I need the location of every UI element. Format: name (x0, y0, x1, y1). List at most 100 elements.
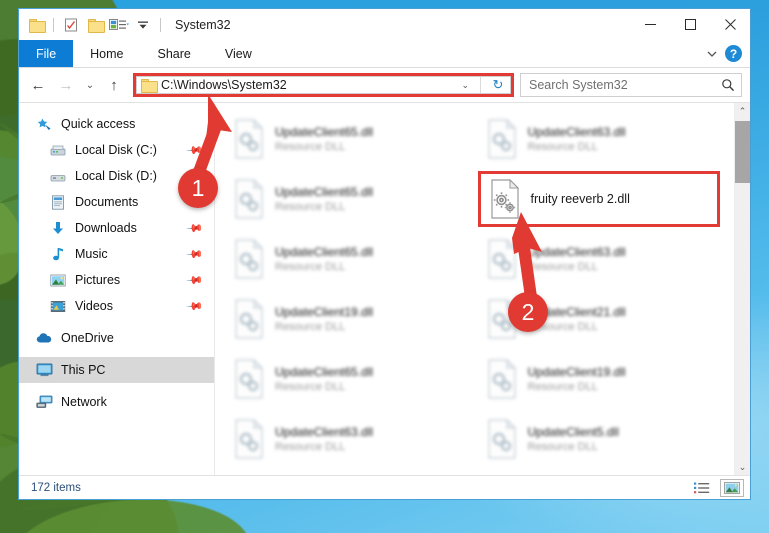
file-name: fruity reeverb 2.dll (530, 192, 630, 206)
videos-icon (49, 298, 67, 314)
address-divider (480, 77, 481, 93)
file-type: Resource DLL (275, 201, 346, 213)
file-item[interactable]: UpdateClient65.dll Resource DLL (225, 229, 478, 289)
file-labels: UpdateClient19.dll Resource DLL (275, 305, 373, 333)
file-type: Resource DLL (275, 261, 346, 273)
minimize-button[interactable] (630, 9, 670, 40)
large-icons-view-button[interactable] (720, 478, 744, 497)
file-labels: UpdateClient63.dll Resource DLL (528, 125, 626, 153)
downloads-icon (49, 220, 67, 236)
search-placeholder: Search System32 (529, 78, 628, 92)
file-explorer-window: System32 File Home Share View ? ← → ⌄ ↑ … (18, 8, 751, 500)
sidebar-item-label: Downloads (75, 221, 137, 235)
dll-file-icon (486, 418, 518, 459)
address-bar[interactable]: C:\Windows\System32 ⌄ ↻ (136, 76, 511, 94)
file-item[interactable]: UpdateClient5.dll Resource DLL (478, 409, 731, 469)
expand-ribbon-icon[interactable] (705, 47, 719, 61)
tab-view[interactable]: View (208, 40, 269, 67)
pin-icon[interactable]: 📌 (186, 141, 205, 159)
sidebar-item-label: Local Disk (D:) (75, 169, 157, 183)
file-type: Resource DLL (275, 441, 346, 453)
maximize-button[interactable] (670, 9, 710, 40)
close-button[interactable] (710, 9, 750, 40)
music-icon (49, 246, 67, 262)
dll-file-icon (486, 118, 518, 159)
file-item[interactable]: UpdateClient19.dll Resource DLL (478, 349, 731, 409)
file-item[interactable]: UpdateClient65.dll Resource DLL (225, 349, 478, 409)
ribbon-actions: ? (705, 40, 750, 67)
sidebar-item-label: This PC (61, 363, 106, 377)
tab-home[interactable]: Home (73, 40, 140, 67)
navigation-pane: Quick access Local Disk (C:) 📌 Local Dis… (19, 103, 215, 475)
sidebar-item-music[interactable]: Music 📌 (19, 241, 214, 267)
explorer-body: Quick access Local Disk (C:) 📌 Local Dis… (19, 102, 750, 475)
up-button[interactable]: ↑ (101, 72, 127, 98)
address-path-text: C:\Windows\System32 (161, 78, 287, 92)
scroll-up-button[interactable]: ⌃ (735, 103, 750, 119)
pin-icon[interactable]: 📌 (186, 219, 205, 237)
file-name: UpdateClient63.dll (527, 245, 626, 259)
file-item[interactable]: UpdateClient65.dll Resource DLL (225, 169, 478, 229)
sidebar-item-local-disk-c[interactable]: Local Disk (C:) 📌 (19, 137, 214, 163)
drive-icon (49, 168, 67, 184)
quick-access-toolbar[interactable] (25, 14, 165, 36)
sidebar-item-label: Network (61, 395, 107, 409)
scrollbar-thumb[interactable] (735, 121, 750, 183)
file-item[interactable]: UpdateClient65.dll Resource DLL (225, 109, 478, 169)
file-name: UpdateClient63.dll (275, 425, 374, 439)
refresh-icon[interactable]: ↻ (486, 77, 510, 93)
annotation-badge-1: 1 (178, 168, 218, 208)
file-labels: UpdateClient63.dll Resource DLL (528, 245, 626, 273)
address-dropdown-icon[interactable]: ⌄ (455, 80, 475, 91)
file-item[interactable]: UpdateClient63.dll Resource DLL (478, 109, 731, 169)
file-name: UpdateClient19.dll (275, 305, 374, 319)
file-grid[interactable]: UpdateClient65.dll Resource DLL UpdateCl… (215, 103, 734, 475)
sidebar-item-label: Pictures (75, 273, 121, 287)
pin-icon[interactable]: 📌 (186, 271, 205, 289)
folder-icon (141, 79, 158, 93)
details-view-button[interactable] (690, 479, 714, 497)
tab-share[interactable]: Share (141, 40, 208, 67)
sidebar-item-quick-access[interactable]: Quick access (19, 111, 214, 137)
new-folder-icon[interactable] (84, 14, 106, 36)
scroll-down-button[interactable]: ⌄ (735, 459, 750, 475)
sidebar-item-onedrive[interactable]: OneDrive (19, 325, 214, 351)
file-item[interactable]: UpdateClient63.dll Resource DLL (478, 229, 731, 289)
forward-button[interactable]: → (53, 72, 79, 98)
file-item-fruity-reeverb[interactable]: fruity reeverb 2.dll (477, 171, 720, 227)
sidebar-item-label: Videos (75, 299, 113, 313)
file-type: Resource DLL (527, 381, 598, 393)
file-type: Resource DLL (527, 141, 598, 153)
sidebar-item-downloads[interactable]: Downloads 📌 (19, 215, 214, 241)
view-buttons (690, 478, 744, 497)
file-item[interactable]: UpdateClient63.dll Resource DLL (225, 409, 478, 469)
help-icon[interactable]: ? (725, 45, 742, 62)
back-button[interactable]: ← (25, 72, 51, 98)
properties-icon[interactable] (60, 14, 82, 36)
tab-file[interactable]: File (19, 40, 74, 67)
customize-toolbar-icon[interactable] (108, 14, 130, 36)
file-type: Resource DLL (527, 261, 598, 273)
recent-locations-button[interactable]: ⌄ (81, 72, 99, 98)
ribbon-tab-bar: File Home Share View ? (19, 40, 750, 68)
sidebar-item-pictures[interactable]: Pictures 📌 (19, 267, 214, 293)
pin-icon[interactable]: 📌 (186, 297, 205, 315)
folder-icon[interactable] (25, 14, 47, 36)
window-title: System32 (175, 17, 231, 32)
drive-icon (49, 142, 67, 158)
sidebar-item-label: Documents (75, 195, 139, 209)
chevron-down-icon[interactable] (132, 14, 154, 36)
file-type: Resource DLL (275, 381, 346, 393)
pin-icon[interactable]: 📌 (186, 245, 205, 263)
sidebar-item-videos[interactable]: Videos 📌 (19, 293, 214, 319)
vertical-scrollbar[interactable]: ⌃ ⌄ (734, 103, 750, 475)
file-item[interactable]: UpdateClient19.dll Resource DLL (225, 289, 478, 349)
file-name: UpdateClient19.dll (527, 365, 626, 379)
file-labels: fruity reeverb 2.dll (531, 192, 630, 206)
file-labels: UpdateClient65.dll Resource DLL (275, 125, 373, 153)
search-input[interactable]: Search System32 (520, 73, 742, 97)
sidebar-item-network[interactable]: Network (19, 389, 214, 415)
sidebar-item-this-pc[interactable]: This PC (19, 357, 214, 383)
scrollbar-track[interactable] (735, 119, 750, 459)
this-pc-icon (35, 362, 53, 378)
